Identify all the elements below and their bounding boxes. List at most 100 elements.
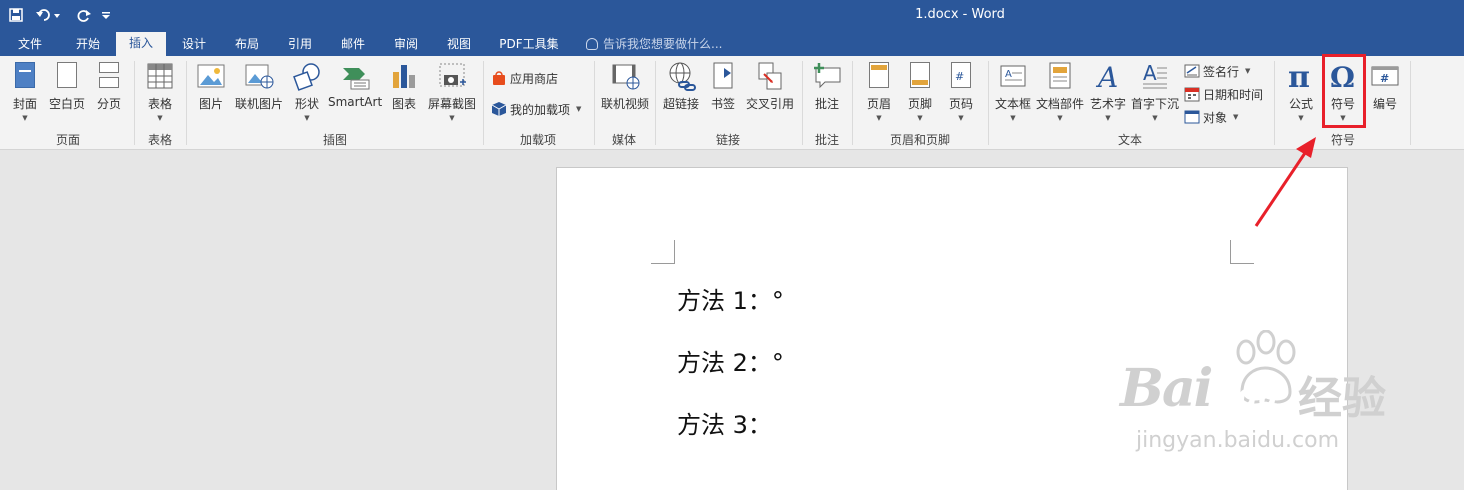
online-video-icon [609, 60, 641, 92]
textbox-button[interactable]: A 文本框 ▼ [994, 60, 1032, 126]
drop-cap-label: 首字下沉 [1130, 97, 1179, 111]
drop-cap-button[interactable]: A 首字下沉 ▼ [1130, 60, 1180, 126]
smartart-label: SmartArt [328, 95, 383, 109]
page-number-label: 页码 [948, 97, 973, 111]
quick-parts-label: 文档部件 [1035, 97, 1084, 111]
chevron-down-icon: ▼ [304, 114, 310, 122]
tell-me-box[interactable]: 告诉我您想要做什么... [586, 33, 722, 56]
tab-insert[interactable]: 插入 [116, 32, 166, 56]
table-icon [144, 60, 176, 92]
blank-page-button[interactable]: 空白页 [46, 60, 88, 126]
online-picture-label: 联机图片 [234, 97, 283, 111]
picture-label: 图片 [198, 97, 223, 111]
customize-icon[interactable] [96, 4, 116, 26]
date-time-label: 日期和时间 [1203, 87, 1264, 102]
svg-text:A: A [1095, 61, 1118, 92]
undo-icon[interactable] [34, 4, 64, 26]
tab-file[interactable]: 文件 [8, 33, 52, 56]
chevron-down-icon: ▼ [1245, 67, 1251, 75]
group-separator [594, 61, 595, 145]
screenshot-button[interactable]: 屏幕截图 ▼ [426, 60, 478, 126]
screenshot-icon [436, 60, 468, 92]
watermark-cn: 经验 [1298, 373, 1386, 424]
tab-review[interactable]: 审阅 [384, 33, 428, 56]
bookmark-button[interactable]: 书签 [706, 60, 740, 126]
doc-line-3: 方法 3： [677, 411, 772, 439]
cross-reference-button[interactable]: 交叉引用 [744, 60, 796, 126]
svg-text:A: A [1143, 61, 1157, 85]
page-break-button[interactable]: 分页 [92, 60, 126, 126]
save-icon[interactable] [4, 4, 28, 26]
tab-design[interactable]: 设计 [172, 33, 216, 56]
crop-mark-left [651, 240, 675, 264]
blank-page-label: 空白页 [48, 97, 85, 111]
smartart-button[interactable]: SmartArt [328, 60, 382, 126]
online-video-button[interactable]: 联机视频 [600, 60, 650, 126]
baidu-watermark: Bai du 经验 jingyan.baidu.com [1120, 330, 1420, 470]
tab-home[interactable]: 开始 [66, 33, 110, 56]
watermark-brand: Bai [1120, 358, 1213, 419]
chevron-down-icon: ▼ [449, 114, 455, 122]
online-picture-button[interactable]: 联机图片 [233, 60, 285, 126]
drop-cap-icon: A [1139, 60, 1171, 92]
pi-icon: π [1285, 60, 1317, 95]
wordart-button[interactable]: A 艺术字 ▼ [1088, 60, 1128, 126]
window-title: 1.docx - Word [915, 7, 1005, 22]
table-button[interactable]: 表格 ▼ [141, 60, 179, 126]
my-addins-button[interactable]: 我的加载项 ▼ [491, 99, 581, 119]
group-separator [988, 61, 989, 145]
cross-reference-icon [754, 60, 786, 92]
page-number-button[interactable]: # 页码 ▼ [944, 60, 978, 126]
header-label: 页眉 [866, 97, 891, 111]
page-break-label: 分页 [96, 97, 121, 111]
shapes-icon [291, 60, 323, 92]
group-label-header-footer: 页眉和页脚 [889, 133, 950, 147]
group-separator [655, 61, 656, 145]
shapes-label: 形状 [294, 97, 319, 111]
tell-me-text: 告诉我您想要做什么... [603, 37, 723, 51]
chart-label: 图表 [391, 97, 416, 111]
my-addins-icon [491, 101, 507, 117]
tab-mailings[interactable]: 邮件 [331, 33, 375, 56]
group-label-addins: 加载项 [519, 133, 556, 147]
bookmark-icon [707, 60, 739, 92]
date-time-button[interactable]: 日期和时间 [1184, 84, 1263, 104]
bookmark-label: 书签 [710, 97, 735, 111]
cross-reference-label: 交叉引用 [745, 97, 794, 111]
footer-button[interactable]: 页脚 ▼ [903, 60, 937, 126]
numbering-button[interactable]: # 编号 [1366, 60, 1404, 126]
redo-icon[interactable] [72, 4, 96, 26]
tab-layout[interactable]: 布局 [225, 33, 269, 56]
footer-label: 页脚 [907, 97, 932, 111]
header-button[interactable]: 页眉 ▼ [862, 60, 896, 126]
object-button[interactable]: 对象 ▼ [1184, 107, 1238, 127]
page-break-icon [93, 60, 125, 92]
store-label: 应用商店 [510, 71, 559, 86]
my-addins-label: 我的加载项 [510, 102, 571, 117]
picture-button[interactable]: 图片 [194, 60, 228, 126]
tab-pdf-tools[interactable]: PDF工具集 [492, 33, 566, 56]
equation-button[interactable]: π 公式 ▼ [1282, 60, 1320, 126]
numbering-label: 编号 [1372, 97, 1397, 111]
chevron-down-icon: ▼ [1010, 114, 1016, 122]
chevron-down-icon: ▼ [876, 114, 882, 122]
group-separator [802, 61, 803, 145]
tab-references[interactable]: 引用 [278, 33, 322, 56]
chevron-down-icon: ▼ [917, 114, 923, 122]
signature-line-button[interactable]: 签名行 ▼ [1184, 61, 1250, 81]
shapes-button[interactable]: 形状 ▼ [290, 60, 324, 126]
smartart-icon [339, 60, 371, 92]
store-button[interactable]: 应用商店 [491, 68, 558, 88]
quick-parts-button[interactable]: 文档部件 ▼ [1035, 60, 1085, 126]
chevron-down-icon: ▼ [576, 105, 582, 113]
hyperlink-button[interactable]: 超链接 [662, 60, 700, 126]
chart-button[interactable]: 图表 [387, 60, 421, 126]
cover-page-button[interactable]: 封面 ▼ [8, 60, 42, 126]
chart-icon [388, 60, 420, 92]
group-label-illustrations: 插图 [322, 133, 347, 147]
tab-view[interactable]: 视图 [437, 33, 481, 56]
comment-button[interactable]: 批注 [810, 60, 844, 126]
cover-page-label: 封面 [12, 97, 37, 111]
group-separator [1410, 61, 1411, 145]
group-label-media: 媒体 [611, 133, 636, 147]
